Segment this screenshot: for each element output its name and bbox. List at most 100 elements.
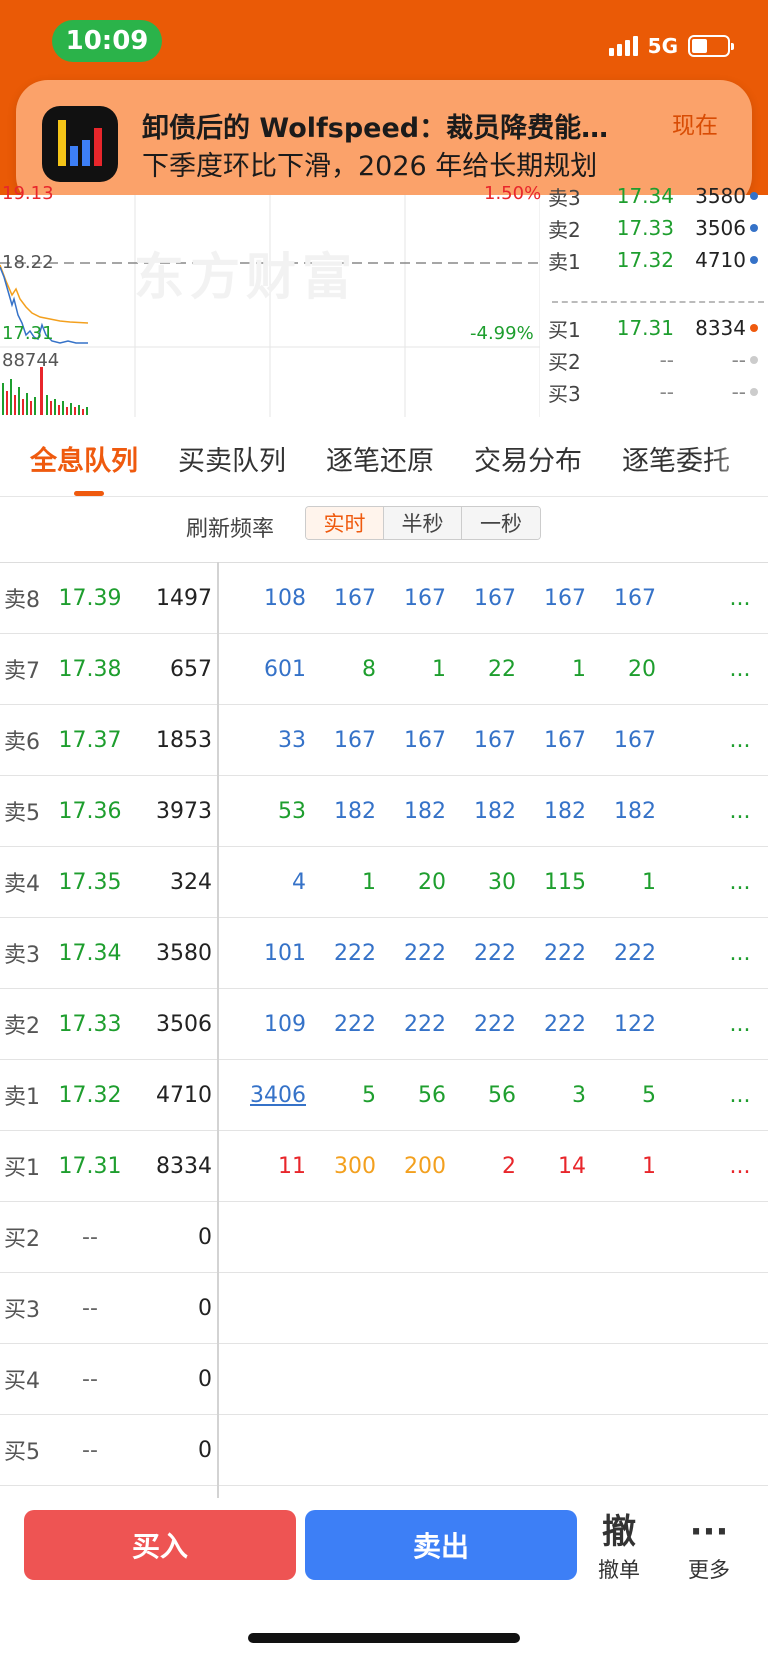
queue-more-icon[interactable]: ... bbox=[722, 705, 758, 775]
queue-order-size[interactable]: 182 bbox=[308, 776, 376, 846]
queue-row[interactable]: 买3 -- 0 bbox=[0, 1273, 768, 1344]
queue-row[interactable]: 卖4 17.35 324 4 1 20 30 115 1... bbox=[0, 847, 768, 918]
sell-button[interactable]: 卖出 bbox=[305, 1510, 577, 1580]
intraday-chart[interactable]: 东方财富 19.13 1.50% 18.22 17.31 -4.99% 8874… bbox=[0, 183, 768, 417]
refresh-option-half-second[interactable]: 半秒 bbox=[384, 507, 462, 539]
queue-volume: 0 bbox=[198, 1295, 212, 1321]
queue-order-size[interactable]: 601 bbox=[238, 634, 306, 704]
tab-tick-restore[interactable]: 逐笔还原 bbox=[326, 439, 434, 478]
queue-order-size[interactable]: 222 bbox=[308, 918, 376, 988]
queue-more-icon[interactable]: ... bbox=[722, 847, 758, 917]
queue-more-icon[interactable]: ... bbox=[722, 563, 758, 633]
queue-more-icon[interactable]: ... bbox=[722, 634, 758, 704]
queue-order-size[interactable]: 167 bbox=[448, 563, 516, 633]
queue-more-icon[interactable]: ... bbox=[722, 1131, 758, 1201]
refresh-option-realtime[interactable]: 实时 bbox=[306, 507, 384, 539]
queue-order-size[interactable]: 222 bbox=[308, 989, 376, 1059]
queue-row[interactable]: 买5 -- 0 bbox=[0, 1415, 768, 1486]
queue-order-size[interactable]: 53 bbox=[238, 776, 306, 846]
more-button[interactable]: ··· 更多 bbox=[674, 1510, 744, 1590]
queue-order-size[interactable]: 182 bbox=[518, 776, 586, 846]
queue-order-size[interactable]: 167 bbox=[378, 563, 446, 633]
queue-order-size[interactable]: 167 bbox=[588, 705, 656, 775]
queue-order-size[interactable]: 56 bbox=[378, 1060, 446, 1130]
queue-order-size[interactable]: 115 bbox=[518, 847, 586, 917]
queue-order-size[interactable]: 222 bbox=[378, 989, 446, 1059]
queue-order-size[interactable]: 167 bbox=[308, 705, 376, 775]
queue-row[interactable]: 买4 -- 0 bbox=[0, 1344, 768, 1415]
tab-trade-distribution[interactable]: 交易分布 bbox=[474, 439, 582, 478]
tab-bid-ask-queue[interactable]: 买卖队列 bbox=[178, 439, 286, 478]
queue-order-size[interactable]: 222 bbox=[378, 918, 446, 988]
queue-order-size[interactable]: 222 bbox=[448, 918, 516, 988]
queue-more-icon[interactable]: ... bbox=[722, 776, 758, 846]
watermark: 东方财富 bbox=[134, 248, 358, 306]
queue-price: 17.35 bbox=[58, 869, 122, 895]
queue-price: 17.34 bbox=[58, 940, 122, 966]
queue-row[interactable]: 卖6 17.37 1853 33 167 167 167 167 167... bbox=[0, 705, 768, 776]
queue-order-size[interactable]: 5 bbox=[308, 1060, 376, 1130]
queue-row[interactable]: 卖3 17.34 3580 101 222 222 222 222 222... bbox=[0, 918, 768, 989]
queue-order-size[interactable]: 1 bbox=[308, 847, 376, 917]
queue-order-size[interactable]: 182 bbox=[378, 776, 446, 846]
queue-order-size[interactable]: 5 bbox=[588, 1060, 656, 1130]
queue-row[interactable]: 买2 -- 0 bbox=[0, 1202, 768, 1273]
queue-order-size[interactable]: 222 bbox=[518, 918, 586, 988]
queue-order-size[interactable]: 3406 bbox=[238, 1060, 306, 1130]
queue-order-size[interactable]: 14 bbox=[518, 1131, 586, 1201]
queue-row[interactable]: 买1 17.31 8334 11 300 200 2 14 1... bbox=[0, 1131, 768, 1202]
queue-order-size[interactable]: 20 bbox=[378, 847, 446, 917]
queue-row[interactable]: 卖5 17.36 3973 53 182 182 182 182 182... bbox=[0, 776, 768, 847]
queue-order-size[interactable]: 167 bbox=[448, 705, 516, 775]
queue-order-size[interactable]: 4 bbox=[238, 847, 306, 917]
queue-order-size[interactable]: 1 bbox=[378, 634, 446, 704]
queue-order-size[interactable]: 22 bbox=[448, 634, 516, 704]
chart-current-price: 17.31 bbox=[2, 323, 54, 344]
queue-order-size[interactable]: 167 bbox=[378, 705, 446, 775]
queue-order-size[interactable]: 182 bbox=[588, 776, 656, 846]
chart-top-price: 19.13 bbox=[2, 183, 54, 204]
queue-row[interactable]: 卖7 17.38 657 601 8 1 22 1 20... bbox=[0, 634, 768, 705]
queue-order-size[interactable]: 33 bbox=[238, 705, 306, 775]
queue-order-size[interactable]: 2 bbox=[448, 1131, 516, 1201]
queue-level-label: 卖4 bbox=[4, 872, 40, 897]
queue-order-size[interactable]: 1 bbox=[588, 1131, 656, 1201]
queue-more-icon[interactable]: ... bbox=[722, 1060, 758, 1130]
queue-order-size[interactable]: 200 bbox=[378, 1131, 446, 1201]
tab-full-queue[interactable]: 全息队列 bbox=[30, 439, 138, 478]
refresh-option-one-second[interactable]: 一秒 bbox=[462, 507, 540, 539]
queue-level-label: 卖2 bbox=[4, 1014, 40, 1039]
queue-order-size[interactable]: 167 bbox=[518, 705, 586, 775]
queue-order-size[interactable]: 11 bbox=[238, 1131, 306, 1201]
queue-order-size[interactable]: 109 bbox=[238, 989, 306, 1059]
queue-order-size[interactable]: 30 bbox=[448, 847, 516, 917]
queue-order-size[interactable]: 108 bbox=[238, 563, 306, 633]
queue-volume: 1853 bbox=[156, 727, 212, 753]
queue-order-size[interactable]: 167 bbox=[308, 563, 376, 633]
queue-more-icon[interactable]: ... bbox=[722, 989, 758, 1059]
chart-volume: 88744 bbox=[2, 350, 60, 371]
queue-price: 17.37 bbox=[58, 727, 122, 753]
queue-level-label: 买5 bbox=[4, 1440, 40, 1465]
queue-row[interactable]: 卖1 17.32 4710 3406 5 56 56 3 5... bbox=[0, 1060, 768, 1131]
queue-order-size[interactable]: 3 bbox=[518, 1060, 586, 1130]
queue-order-size[interactable]: 1 bbox=[588, 847, 656, 917]
cancel-order-button[interactable]: 撤 撤单 bbox=[584, 1510, 654, 1590]
queue-order-size[interactable]: 167 bbox=[588, 563, 656, 633]
queue-order-size[interactable]: 300 bbox=[308, 1131, 376, 1201]
queue-order-size[interactable]: 222 bbox=[588, 918, 656, 988]
queue-order-size[interactable]: 182 bbox=[448, 776, 516, 846]
queue-order-size[interactable]: 222 bbox=[518, 989, 586, 1059]
queue-row[interactable]: 卖2 17.33 3506 109 222 222 222 222 122... bbox=[0, 989, 768, 1060]
queue-order-size[interactable]: 122 bbox=[588, 989, 656, 1059]
queue-order-size[interactable]: 167 bbox=[518, 563, 586, 633]
queue-order-size[interactable]: 222 bbox=[448, 989, 516, 1059]
queue-order-size[interactable]: 101 bbox=[238, 918, 306, 988]
buy-button[interactable]: 买入 bbox=[24, 1510, 296, 1580]
queue-order-size[interactable]: 20 bbox=[588, 634, 656, 704]
queue-order-size[interactable]: 56 bbox=[448, 1060, 516, 1130]
queue-order-size[interactable]: 1 bbox=[518, 634, 586, 704]
queue-row[interactable]: 卖8 17.39 1497 108 167 167 167 167 167... bbox=[0, 563, 768, 634]
queue-order-size[interactable]: 8 bbox=[308, 634, 376, 704]
queue-more-icon[interactable]: ... bbox=[722, 918, 758, 988]
